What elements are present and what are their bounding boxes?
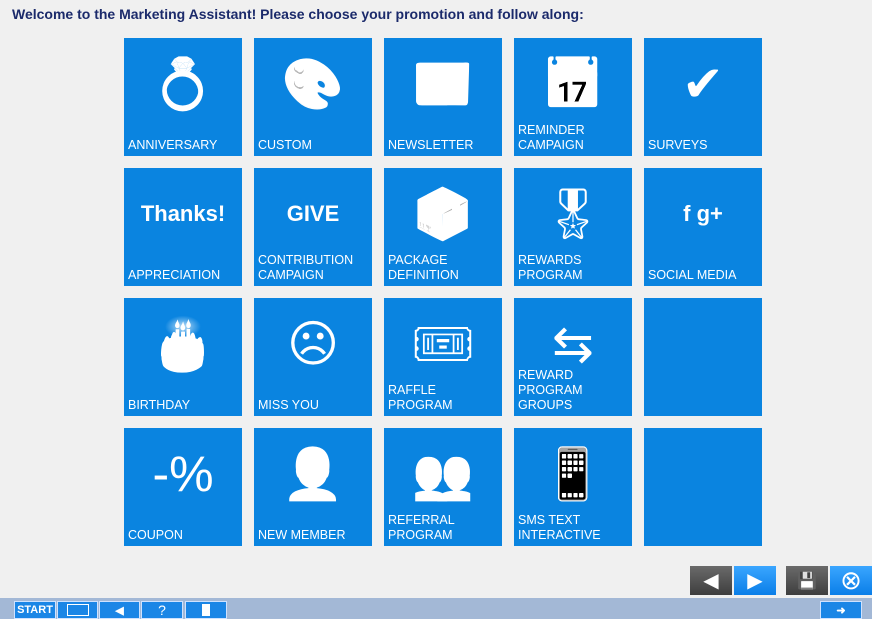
sad-face-icon: ☹ (286, 316, 340, 372)
tile-label: Referral Program (388, 513, 455, 542)
tile-rewards-program[interactable]: 🎖 Rewards Program (514, 168, 632, 286)
give-hand-icon: GIVE (286, 201, 340, 226)
exit-button[interactable]: ➜ (820, 601, 862, 619)
palette-icon: 🎨 (281, 55, 345, 112)
tile-label: Surveys (648, 138, 708, 152)
tile-empty (644, 298, 762, 416)
close-icon: ⊗ (840, 565, 862, 595)
back-button[interactable]: ◀ (99, 601, 140, 619)
tile-reward-program-groups[interactable]: ⇆ Reward Program Groups (514, 298, 632, 416)
tile-new-member[interactable]: 👤 New Member (254, 428, 372, 546)
tile-referral-program[interactable]: 👥 Referral Program (384, 428, 502, 546)
ribbon-icon: 🎖 (541, 185, 605, 242)
tile-label: Custom (258, 138, 312, 152)
tile-label: Reward Program Groups (518, 368, 583, 412)
keyboard-button[interactable] (57, 601, 98, 619)
tile-label: Coupon (128, 528, 183, 542)
tile-label: Reminder Campaign (518, 123, 585, 152)
box-icon: 📦 (411, 185, 475, 242)
save-button[interactable]: 💾 (786, 566, 828, 595)
arrow-left-icon: ◀ (703, 570, 719, 592)
start-button[interactable]: START (14, 601, 56, 619)
thanks-bubble-icon: Thanks! (140, 201, 226, 226)
keyboard-icon (66, 604, 89, 616)
tile-label: Social Media (648, 268, 737, 282)
social-media-icon: f g+ (683, 201, 723, 226)
tile-reminder-campaign[interactable]: 📅 Reminder Campaign (514, 38, 632, 156)
newspaper-icon: 📰 (411, 55, 475, 112)
tile-raffle-program[interactable]: 🎟 Raffle Program (384, 298, 502, 416)
question-icon: ? (158, 602, 166, 618)
tile-label: Rewards Program (518, 253, 583, 282)
previous-button[interactable]: ◀ (690, 566, 732, 595)
tile-custom[interactable]: 🎨 Custom (254, 38, 372, 156)
tile-label: Contribution Campaign (258, 253, 354, 282)
tile-label: Anniversary (128, 138, 218, 152)
cake-icon: 🎂 (151, 315, 215, 372)
coupon-icon: -% (152, 446, 214, 502)
page-title: Welcome to the Marketing Assistant! Plea… (12, 6, 584, 22)
tile-label: New Member (258, 528, 346, 542)
group-icon: 👥 (411, 445, 475, 502)
rings-icon: 💍 (151, 55, 215, 112)
tile-coupon[interactable]: -% Coupon (124, 428, 242, 546)
scanner-icon (202, 604, 210, 616)
sms-phone-icon: 📱 (541, 445, 605, 502)
tile-label: SMS Text Interactive (518, 513, 601, 542)
arrow-right-icon: ▶ (747, 570, 763, 592)
tile-sms-text-interactive[interactable]: 📱 SMS Text Interactive (514, 428, 632, 546)
tile-miss-you[interactable]: ☹ Miss You (254, 298, 372, 416)
checklist-icon: ✔ (682, 56, 724, 112)
scanner-button[interactable] (185, 601, 227, 619)
tile-label: Appreciation (128, 268, 221, 282)
tile-appreciation[interactable]: Thanks! Appreciation (124, 168, 242, 286)
next-button[interactable]: ▶ (734, 566, 776, 595)
help-button[interactable]: ? (141, 601, 183, 619)
tile-label: Package Definition (388, 253, 459, 282)
close-button[interactable]: ⊗ (830, 565, 872, 595)
tile-label: Newsletter (388, 138, 474, 152)
new-member-icon: 👤 (281, 445, 345, 502)
tile-contribution-campaign[interactable]: GIVE Contribution Campaign (254, 168, 372, 286)
exit-icon: ➜ (836, 604, 846, 617)
ticket-icon: 🎟 (411, 315, 475, 372)
tile-birthday[interactable]: 🎂 Birthday (124, 298, 242, 416)
calendar-clock-icon: 📅 (541, 55, 605, 112)
tile-label: Birthday (128, 398, 191, 412)
tile-empty (644, 428, 762, 546)
tile-anniversary[interactable]: 💍 Anniversary (124, 38, 242, 156)
tile-surveys[interactable]: ✔ Surveys (644, 38, 762, 156)
tile-newsletter[interactable]: 📰 Newsletter (384, 38, 502, 156)
tile-social-media[interactable]: f g+ Social Media (644, 168, 762, 286)
arrow-left-icon: ◀ (115, 604, 124, 617)
tile-package-definition[interactable]: 📦 Package Definition (384, 168, 502, 286)
tile-label: Raffle Program (388, 383, 453, 412)
save-icon: 💾 (797, 572, 817, 590)
tile-label: Miss You (258, 398, 319, 412)
